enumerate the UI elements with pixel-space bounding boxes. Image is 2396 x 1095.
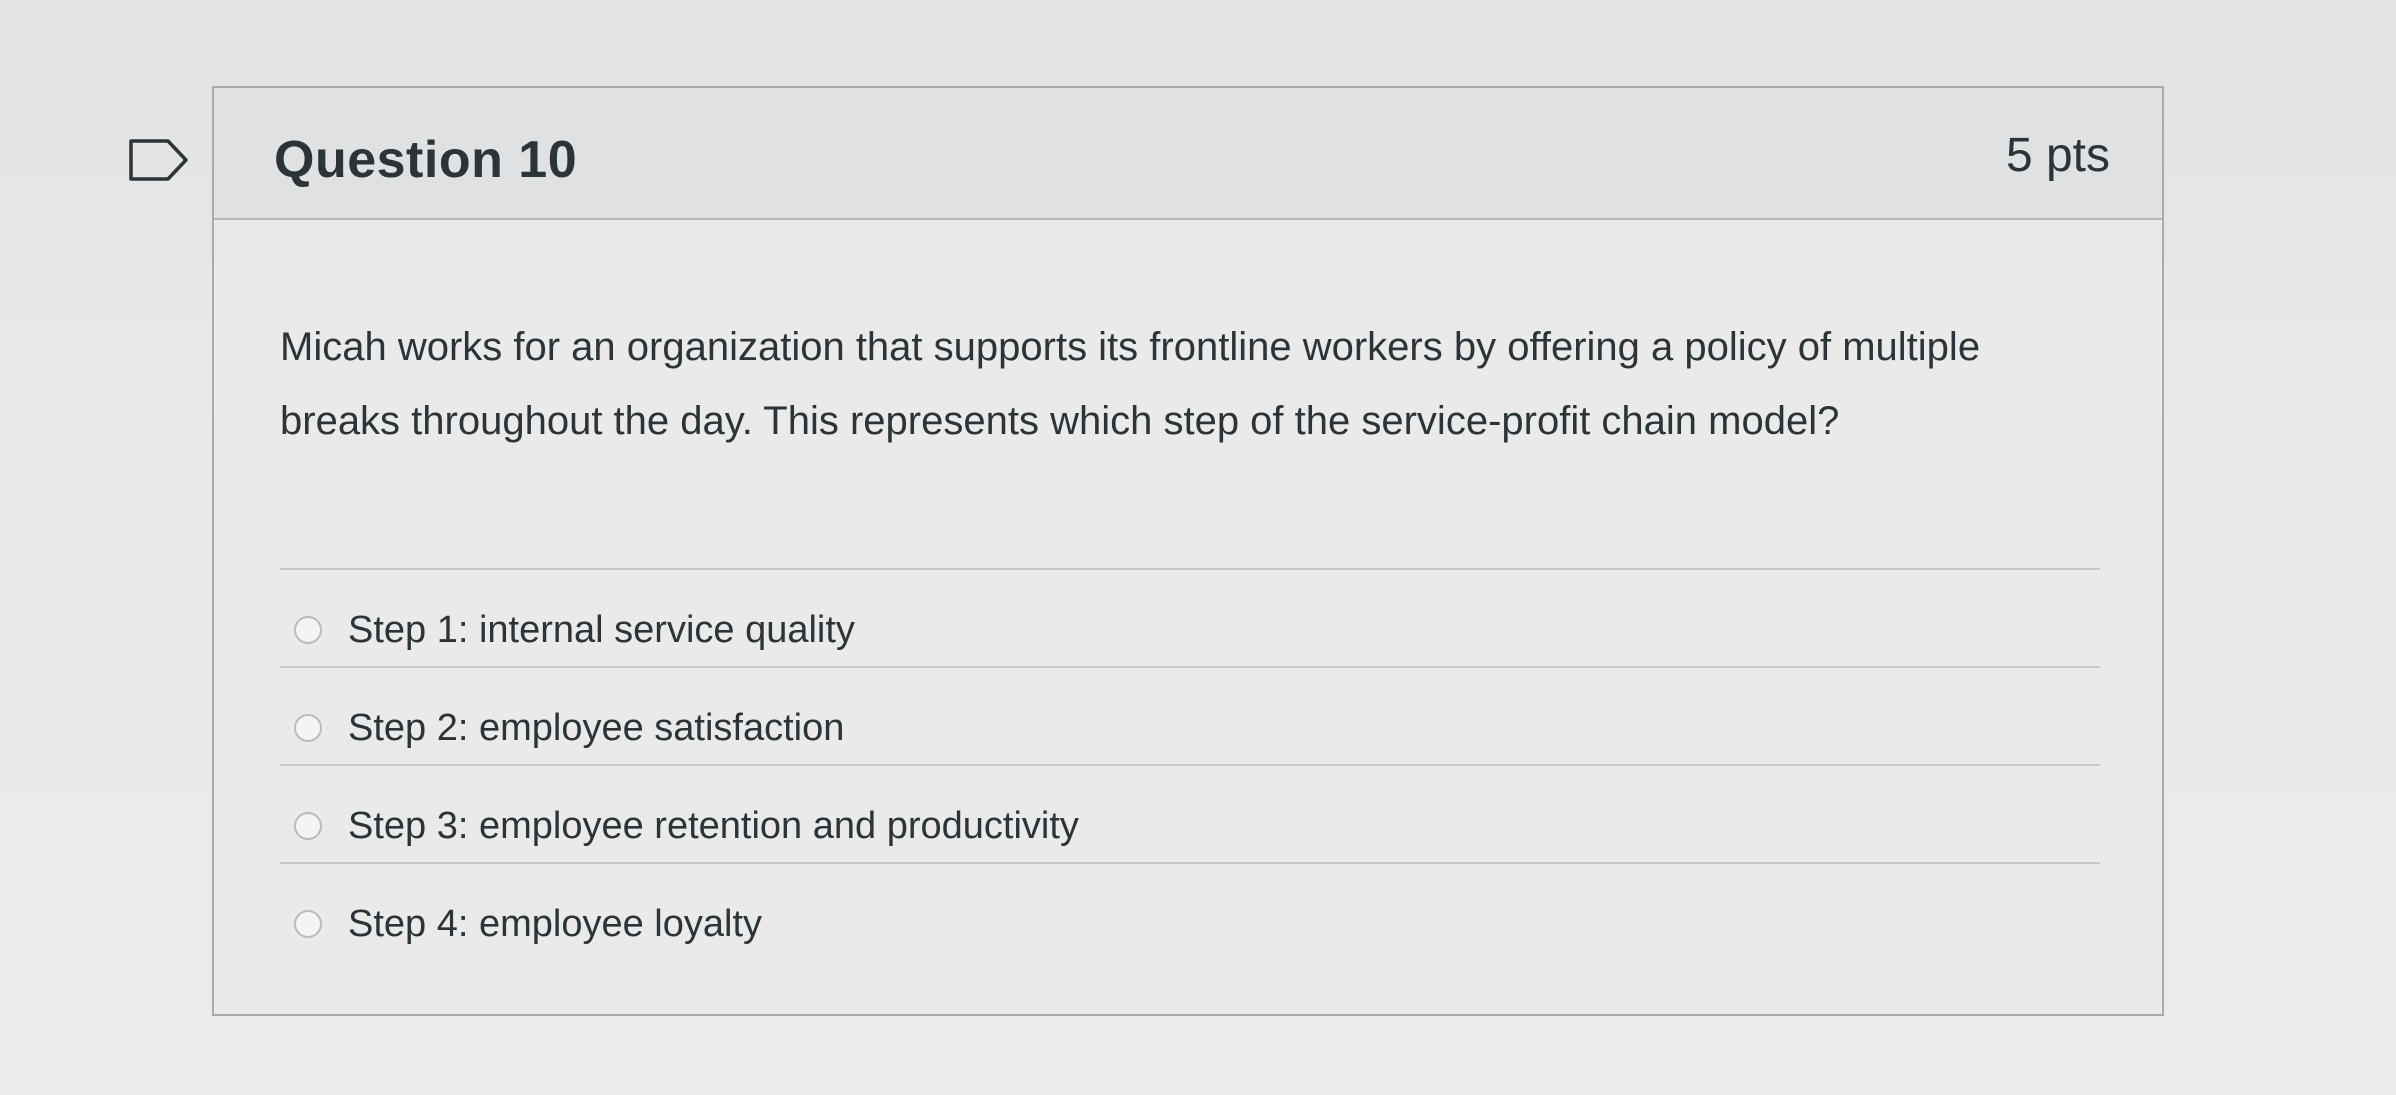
answer-label: Step 2: employee satisfaction [348,706,845,749]
question-header: Question 10 5 pts [214,88,2162,220]
answer-option-4[interactable]: Step 4: employee loyalty [294,894,762,954]
divider [280,666,2100,668]
answer-label: Step 4: employee loyalty [348,902,763,945]
answer-label: Step 1: internal service quality [348,608,855,651]
radio-button-icon[interactable] [294,616,322,644]
answer-option-3[interactable]: Step 3: employee retention and productiv… [294,796,1079,856]
question-card: Question 10 5 pts Micah works for an org… [212,86,2164,1016]
question-points: 5 pts [2005,129,2110,182]
question-title: Question 10 [274,131,578,189]
divider [280,862,2100,864]
divider [280,568,2100,570]
answer-option-2[interactable]: Step 2: employee satisfaction [294,698,844,758]
question-text: Micah works for an organization that sup… [280,325,1981,443]
radio-button-icon[interactable] [294,910,322,938]
flag-question-icon[interactable] [128,138,190,182]
divider [280,764,2100,766]
radio-button-icon[interactable] [294,714,322,742]
answer-option-1[interactable]: Step 1: internal service quality [294,600,855,660]
radio-button-icon[interactable] [294,812,322,840]
answer-label: Step 3: employee retention and productiv… [348,804,1079,847]
